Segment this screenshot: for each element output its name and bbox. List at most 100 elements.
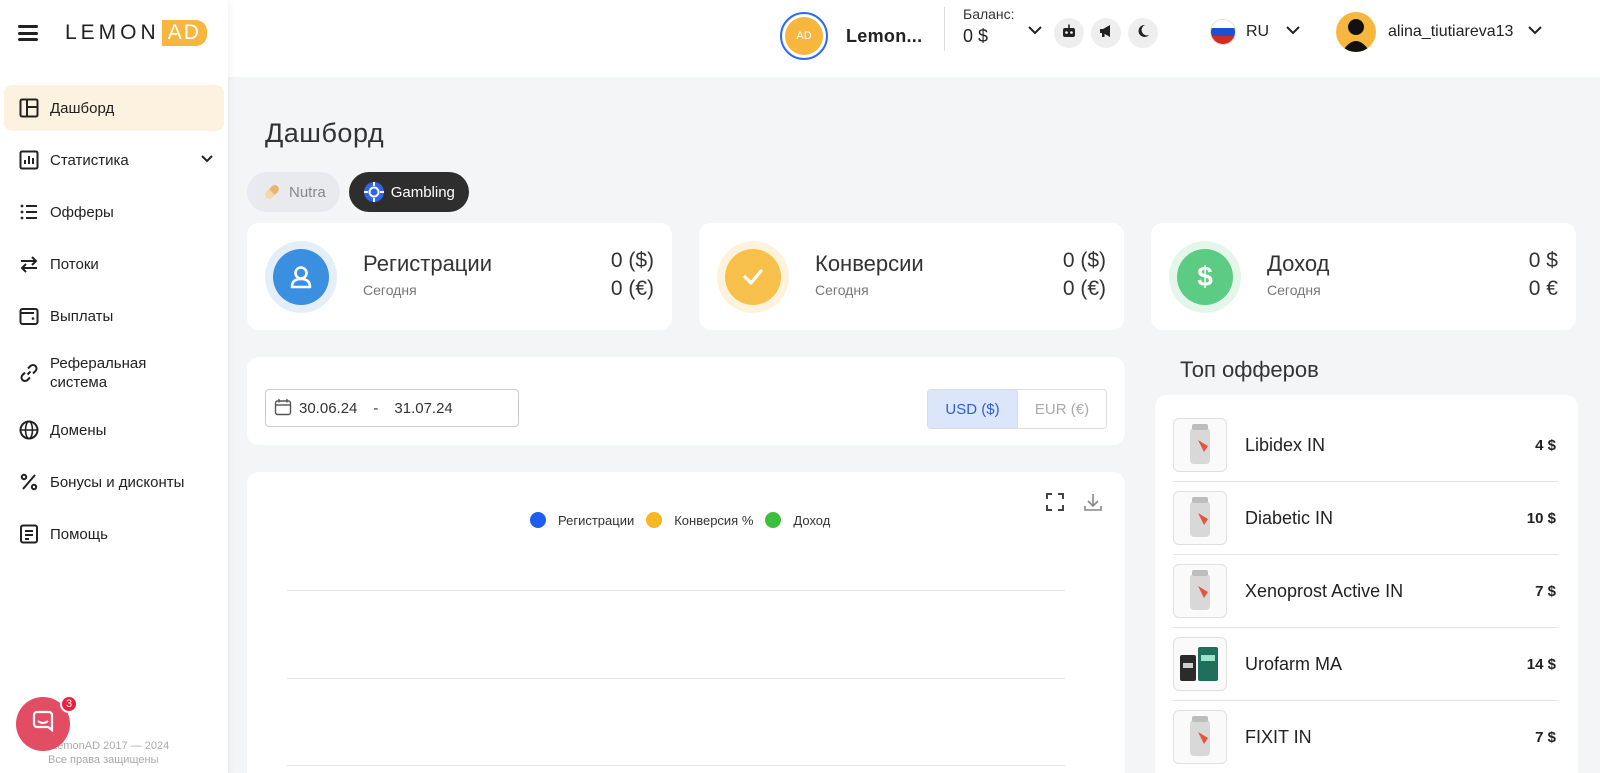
chart-toolbar <box>1027 492 1103 517</box>
offer-thumbnail <box>1173 637 1227 691</box>
logo-text: LEMON <box>65 21 160 44</box>
bot-button[interactable] <box>1054 18 1084 48</box>
chevron-down-icon <box>1285 22 1301 43</box>
chat-icon <box>30 709 56 740</box>
stat-icon-ring: $ <box>1169 241 1241 313</box>
offer-row[interactable]: FIXIT IN 7 $ <box>1173 701 1558 773</box>
logo[interactable]: LEMON AD <box>65 20 207 46</box>
sidebar-item-dashboard[interactable]: Дашборд <box>4 85 224 131</box>
logo-row: LEMON AD <box>0 0 228 66</box>
stat-value-usd: 0 $ <box>1528 249 1558 272</box>
logo-accent: AD <box>161 20 207 46</box>
offer-thumbnail <box>1173 710 1227 764</box>
chart-panel: Регистрации Конверсия % Доход <box>247 472 1125 773</box>
user-icon <box>273 249 329 305</box>
offer-name: Libidex IN <box>1245 434 1326 455</box>
stat-value-eur: 0 (€) <box>610 277 654 300</box>
offer-row[interactable]: Diabetic IN 10 $ <box>1173 482 1558 555</box>
offer-row[interactable]: Libidex IN 4 $ <box>1173 409 1558 482</box>
sidebar-item-domains[interactable]: Домены <box>4 407 224 453</box>
stat-card-income: $ Доход Сегодня 0 $ 0 € <box>1151 223 1576 330</box>
legend-marker <box>765 512 782 528</box>
stat-title: Доход <box>1267 251 1330 276</box>
sidebar-item-bonuses[interactable]: Бонусы и дисконты <box>4 459 224 505</box>
calendar-icon <box>274 398 292 420</box>
moon-icon <box>1135 23 1151 44</box>
announcements-button[interactable] <box>1091 18 1121 48</box>
vertical-tabs: Nutra Gambling <box>247 172 478 212</box>
stat-card-registrations: Регистрации Сегодня 0 ($) 0 (€) <box>247 223 672 330</box>
top-offers-panel: Libidex IN 4 $ Diabetic IN 10 $ Xenopros… <box>1155 395 1578 773</box>
support-chat-button[interactable]: 3 <box>16 695 78 751</box>
tab-label: Nutra <box>289 183 326 201</box>
notification-badge: 3 <box>60 695 78 713</box>
download-icon[interactable] <box>1083 492 1103 517</box>
sidebar-item-statistics[interactable]: Статистика <box>4 137 224 183</box>
stat-icon-ring <box>265 241 337 313</box>
theme-toggle-button[interactable] <box>1128 18 1158 48</box>
robot-icon <box>1061 23 1077 44</box>
page-title: Дашборд <box>265 118 385 148</box>
offer-thumbnail <box>1173 491 1227 545</box>
offer-row[interactable]: Urofarm MA 14 $ <box>1173 628 1558 701</box>
offer-row[interactable]: Xenoprost Active IN 7 $ <box>1173 555 1558 628</box>
sidebar-item-label: Реферальная система <box>50 355 147 391</box>
sidebar-item-streams[interactable]: Потоки <box>4 241 224 287</box>
check-icon <box>725 249 781 305</box>
stat-icon-ring <box>717 241 789 313</box>
offer-thumbnail <box>1173 564 1227 618</box>
currency-toggle: USD ($) EUR (€) <box>927 389 1107 429</box>
help-icon <box>18 523 40 545</box>
top-header: AD Lemon... Баланс: 0 $ RU alina_tiutiar… <box>228 0 1600 77</box>
footer-line: Все права защищены <box>48 754 159 766</box>
pill-icon <box>261 181 283 203</box>
legend-item-registrations[interactable]: Регистрации <box>530 512 634 528</box>
stat-value-usd: 0 ($) <box>1062 249 1106 272</box>
sidebar-item-payouts[interactable]: Выплаты <box>4 293 224 339</box>
sidebar-item-offers[interactable]: Офферы <box>4 189 224 235</box>
globe-icon <box>18 419 40 441</box>
legend-item-income[interactable]: Доход <box>765 512 830 528</box>
offer-thumbnail <box>1173 418 1227 472</box>
sidebar-item-label: Потоки <box>50 255 99 273</box>
currency-usd-button[interactable]: USD ($) <box>928 390 1017 428</box>
sidebar-item-help[interactable]: Помощь <box>4 511 224 557</box>
legend-item-conversion[interactable]: Конверсия % <box>646 512 753 528</box>
sidebar-item-label: Статистика <box>50 151 129 169</box>
fullscreen-icon[interactable] <box>1045 492 1065 517</box>
balance[interactable]: Баланс: 0 $ <box>963 6 1015 47</box>
menu-burger-icon[interactable] <box>18 25 38 41</box>
sidebar-item-label: Офферы <box>50 203 114 221</box>
chart-icon <box>18 149 40 171</box>
stat-value-usd: 0 ($) <box>610 249 654 272</box>
account-switcher[interactable]: AD Lemon... <box>780 12 922 60</box>
russia-flag-icon <box>1210 19 1236 45</box>
tab-gambling[interactable]: Gambling <box>348 172 469 212</box>
megaphone-icon <box>1098 23 1114 44</box>
stat-value-eur: 0 € <box>1528 277 1558 300</box>
offer-name: Xenoprost Active IN <box>1245 580 1404 601</box>
offer-payout: 14 $ <box>1526 655 1556 673</box>
chevron-down-icon[interactable] <box>1027 22 1043 43</box>
arrows-icon <box>18 253 40 275</box>
chevron-down-icon <box>1527 22 1543 43</box>
percent-icon <box>18 471 40 493</box>
dashboard-icon <box>18 97 40 119</box>
date-range-picker[interactable]: 30.06.24 - 31.07.24 <box>265 389 519 427</box>
balance-label: Баланс: <box>963 6 1015 22</box>
date-separator: - <box>373 399 379 417</box>
user-menu[interactable]: alina_tiutiareva13 <box>1336 12 1543 52</box>
language-selector[interactable]: RU <box>1210 19 1301 45</box>
tab-nutra[interactable]: Nutra <box>247 172 340 212</box>
user-avatar <box>1336 12 1376 52</box>
chevron-down-icon[interactable] <box>200 152 214 170</box>
sidebar-item-referral[interactable]: Реферальная система <box>4 345 224 401</box>
offer-payout: 7 $ <box>1535 728 1556 746</box>
wallet-icon <box>18 305 40 327</box>
date-to: 31.07.24 <box>394 399 453 417</box>
account-name: Lemon... <box>846 25 923 46</box>
sidebar-item-label: Выплаты <box>50 307 114 325</box>
currency-eur-button[interactable]: EUR (€) <box>1017 390 1106 428</box>
chart-legend: Регистрации Конверсия % Доход <box>530 512 842 528</box>
offer-name: Diabetic IN <box>1245 507 1334 528</box>
